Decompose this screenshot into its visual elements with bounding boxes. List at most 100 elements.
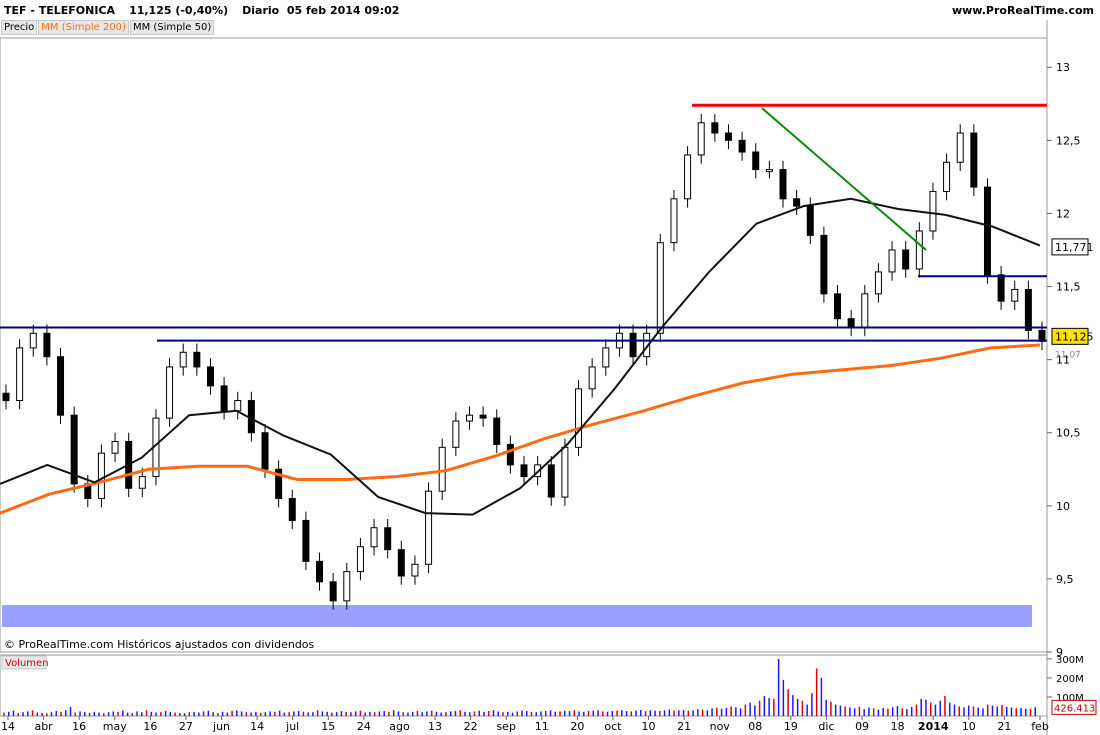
candle-body bbox=[438, 446, 446, 492]
x-tick-label: 10 bbox=[962, 720, 976, 733]
x-tick-label: oct bbox=[604, 720, 622, 733]
candle-body bbox=[983, 186, 991, 276]
candle-body bbox=[506, 443, 514, 466]
candle-body bbox=[138, 476, 146, 489]
candle-body bbox=[166, 366, 174, 419]
candle-body bbox=[179, 351, 187, 368]
candle-body bbox=[356, 546, 364, 573]
x-tick-label: 19 bbox=[784, 720, 798, 733]
candle-body bbox=[97, 452, 105, 499]
price-chart[interactable]: 99,51010,51111,51212,51314 abr 16 may 16 27 ju… bbox=[0, 0, 1100, 735]
highlight-band bbox=[2, 605, 1032, 628]
candle-body bbox=[752, 151, 760, 171]
candle-body bbox=[929, 191, 937, 232]
candle-body bbox=[575, 388, 583, 448]
candle-body bbox=[2, 392, 10, 402]
x-tick-label: 18 bbox=[891, 720, 905, 733]
ma50-value-label: 11,771 bbox=[1055, 241, 1094, 254]
y-tick-label: 12 bbox=[1056, 207, 1070, 220]
candle-body bbox=[370, 527, 378, 548]
x-tick-label: ago bbox=[389, 720, 410, 733]
x-tick-label: 15 bbox=[321, 720, 335, 733]
candle-body bbox=[29, 332, 37, 349]
candle-body bbox=[234, 400, 242, 412]
x-tick-label: 22 bbox=[464, 720, 478, 733]
x-tick-label: 24 bbox=[357, 720, 371, 733]
x-tick-label: 14 bbox=[1, 720, 15, 733]
volume-plot-area bbox=[0, 654, 1048, 717]
candle-body bbox=[411, 563, 419, 577]
candle-body bbox=[111, 440, 119, 454]
current-price-label: 11,125 bbox=[1055, 330, 1094, 343]
x-tick-label: 08 bbox=[748, 720, 762, 733]
volume-title: Volumen bbox=[5, 658, 49, 669]
candle-body bbox=[16, 347, 24, 402]
y-tick-label: 11,5 bbox=[1056, 281, 1081, 294]
candle-body bbox=[588, 366, 596, 390]
x-tick-label: 11 bbox=[535, 720, 549, 733]
x-tick-label: 09 bbox=[855, 720, 869, 733]
candle-body bbox=[561, 446, 569, 498]
y-tick-label: 10 bbox=[1056, 500, 1070, 513]
candle-body bbox=[57, 356, 65, 416]
candle-body bbox=[547, 464, 555, 498]
candle-body bbox=[697, 122, 705, 156]
candle-body bbox=[956, 132, 964, 163]
candle-body bbox=[902, 249, 910, 270]
x-tick-label: may bbox=[103, 720, 127, 733]
candle-body bbox=[206, 366, 214, 387]
candle-body bbox=[670, 198, 678, 244]
y-tick-label: 12,5 bbox=[1056, 134, 1081, 147]
candle-body bbox=[629, 332, 637, 358]
x-tick-label: 21 bbox=[677, 720, 691, 733]
x-tick-label: 21 bbox=[997, 720, 1011, 733]
x-tick-label: 2014 bbox=[918, 720, 949, 733]
price-plot-area bbox=[0, 37, 1048, 653]
volume-tick-label: 200M bbox=[1056, 674, 1084, 685]
candle-body bbox=[779, 169, 787, 200]
candle-body bbox=[861, 293, 869, 328]
candle-body bbox=[888, 249, 896, 273]
candle-body bbox=[397, 549, 405, 577]
candle-body bbox=[997, 274, 1005, 302]
candle-body bbox=[602, 347, 610, 368]
candle-body bbox=[193, 351, 201, 368]
x-tick-label: jun bbox=[212, 720, 230, 733]
candle-body bbox=[288, 498, 296, 521]
volume-value-label: 426.413 bbox=[1054, 703, 1095, 714]
candle-body bbox=[329, 581, 337, 602]
candle-body bbox=[493, 417, 501, 445]
candle-body bbox=[847, 318, 855, 328]
x-tick-label: dic bbox=[818, 720, 834, 733]
candle-body bbox=[1011, 288, 1019, 302]
candle-body bbox=[302, 519, 310, 562]
candle-body bbox=[43, 332, 51, 358]
candle-body bbox=[656, 242, 664, 334]
y-tick-label: 13 bbox=[1056, 61, 1070, 74]
candle-body bbox=[834, 293, 842, 320]
x-tick-label: 16 bbox=[72, 720, 86, 733]
candle-body bbox=[724, 132, 732, 141]
candle-body bbox=[970, 132, 978, 188]
candle-body bbox=[765, 169, 773, 173]
x-tick-label: 27 bbox=[179, 720, 193, 733]
x-tick-label: sep bbox=[496, 720, 515, 733]
x-tick-label: 20 bbox=[570, 720, 584, 733]
candle-body bbox=[316, 560, 324, 583]
candle-body bbox=[793, 198, 801, 207]
x-tick-label: feb bbox=[1031, 720, 1049, 733]
candle-body bbox=[520, 464, 528, 478]
x-tick-label: 16 bbox=[143, 720, 157, 733]
candle-body bbox=[711, 122, 719, 134]
candle-body bbox=[874, 271, 882, 295]
candle-body bbox=[479, 414, 487, 419]
x-tick-label: jul bbox=[285, 720, 299, 733]
candle-body bbox=[384, 527, 392, 551]
candle-body bbox=[452, 420, 460, 448]
candle-body bbox=[806, 205, 814, 236]
candle-body bbox=[820, 234, 828, 295]
candle-body bbox=[343, 571, 351, 602]
x-tick-label: 14 bbox=[250, 720, 264, 733]
candle-body bbox=[915, 230, 923, 270]
x-tick-label: 13 bbox=[428, 720, 442, 733]
